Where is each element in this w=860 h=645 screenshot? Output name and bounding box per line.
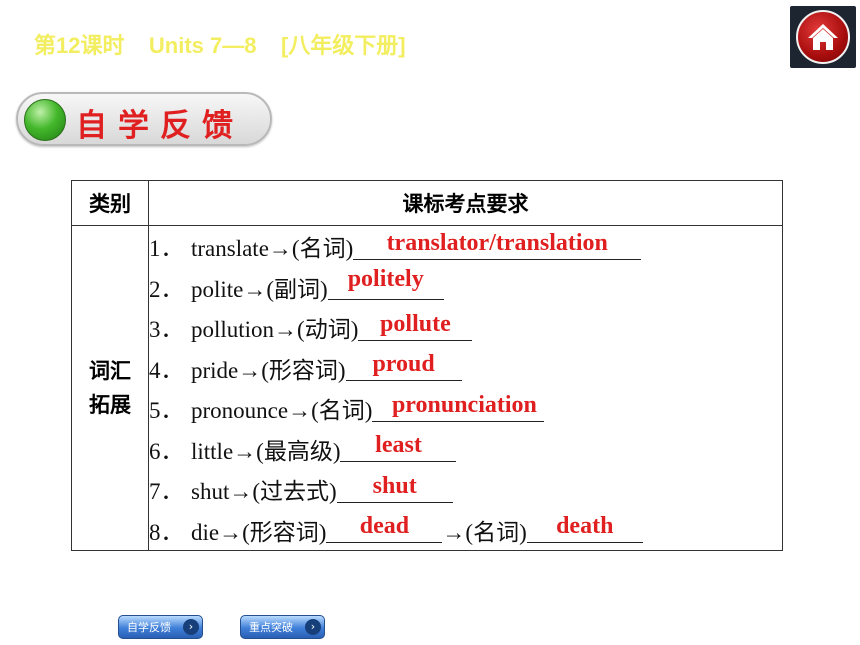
list-item: 2． polite→(副词) politely bbox=[149, 266, 782, 308]
item-number: 8． bbox=[149, 519, 184, 545]
item-number: 1． bbox=[149, 236, 184, 262]
list-item: 4． pride→(形容词) proud bbox=[149, 348, 782, 389]
feedback-nav-label: 自学反馈 bbox=[127, 621, 171, 634]
section-label-text: 自学反馈 bbox=[76, 108, 244, 144]
item-number: 7． bbox=[149, 479, 184, 505]
answer-blank: pronunciation bbox=[372, 392, 545, 422]
answer-blank: translator/translation bbox=[353, 229, 642, 260]
chevron-right-icon: › bbox=[183, 619, 199, 635]
page-title: 第12课时 Units 7—8 [八年级下册] bbox=[34, 33, 406, 58]
answer-text: politely bbox=[347, 266, 424, 293]
answer-blank: shut bbox=[336, 472, 453, 503]
requirements-header: 课标考点要求 bbox=[148, 180, 783, 226]
table-header-row: 类别 课标考点要求 bbox=[71, 180, 783, 226]
chevron-right-icon: › bbox=[305, 619, 321, 635]
item-prompt-second: →(名词) bbox=[442, 519, 527, 545]
list-item: 5． pronounce→(名词) pronunciation bbox=[149, 388, 782, 429]
category-cell: 词汇 拓展 bbox=[71, 225, 149, 551]
answer-text: death bbox=[556, 513, 614, 540]
requirements-table: 类别 课标考点要求 词汇 拓展 1． translate→(名词) transl… bbox=[71, 180, 783, 551]
answer-text: pronunciation bbox=[391, 391, 537, 418]
item-prompt: polite→(副词) bbox=[191, 276, 328, 302]
answer-blank: politely bbox=[327, 266, 444, 301]
home-circle[interactable] bbox=[796, 10, 850, 64]
item-number: 6． bbox=[149, 438, 184, 464]
answer-blank: least bbox=[340, 432, 457, 463]
item-number: 3． bbox=[149, 317, 184, 343]
item-prompt: die→(形容词) bbox=[191, 519, 327, 545]
category-line: 词汇 bbox=[89, 359, 131, 383]
list-item: 6． little→(最高级) least bbox=[149, 429, 782, 470]
item-number: 5． bbox=[149, 398, 184, 424]
answer-text: dead bbox=[359, 513, 410, 540]
answer-blank: death bbox=[526, 513, 643, 544]
item-number: 4． bbox=[149, 357, 184, 383]
home-icon bbox=[808, 24, 838, 50]
item-number: 2． bbox=[149, 276, 184, 302]
section-label: 自学反馈 bbox=[16, 92, 272, 146]
green-ball-icon bbox=[24, 99, 66, 141]
item-prompt: pronounce→(名词) bbox=[191, 398, 373, 424]
answer-text: proud bbox=[372, 351, 435, 378]
item-prompt: shut→(过去式) bbox=[191, 479, 337, 505]
list-item: 3． pollution→(动词) pollute bbox=[149, 307, 782, 348]
list-item: 7． shut→(过去式) shut bbox=[149, 469, 782, 510]
items-cell: 1． translate→(名词) translator/translation… bbox=[148, 225, 783, 551]
answer-text: shut bbox=[372, 472, 417, 499]
category-line: 拓展 bbox=[89, 393, 131, 417]
key-points-nav-button[interactable]: 重点突破 › bbox=[240, 615, 325, 639]
answer-text: translator/translation bbox=[386, 229, 608, 256]
item-prompt: little→(最高级) bbox=[191, 438, 341, 464]
category-header: 类别 bbox=[71, 180, 149, 226]
answer-blank: pollute bbox=[358, 310, 473, 341]
answer-blank: proud bbox=[345, 351, 462, 382]
home-button[interactable] bbox=[790, 6, 856, 68]
feedback-nav-button[interactable]: 自学反馈 › bbox=[118, 615, 203, 639]
answer-text: pollute bbox=[380, 310, 451, 337]
key-points-nav-label: 重点突破 bbox=[249, 621, 293, 634]
list-item: 1． translate→(名词) translator/translation bbox=[149, 226, 782, 267]
answer-text: least bbox=[375, 432, 422, 459]
item-prompt: pollution→(动词) bbox=[191, 317, 359, 343]
item-prompt: translate→(名词) bbox=[191, 236, 354, 262]
list-item: 8． die→(形容词) dead →(名词) death bbox=[149, 510, 782, 551]
item-prompt: pride→(形容词) bbox=[191, 357, 346, 383]
table-row: 词汇 拓展 1． translate→(名词) translator/trans… bbox=[71, 225, 783, 551]
answer-blank: dead bbox=[326, 513, 443, 544]
